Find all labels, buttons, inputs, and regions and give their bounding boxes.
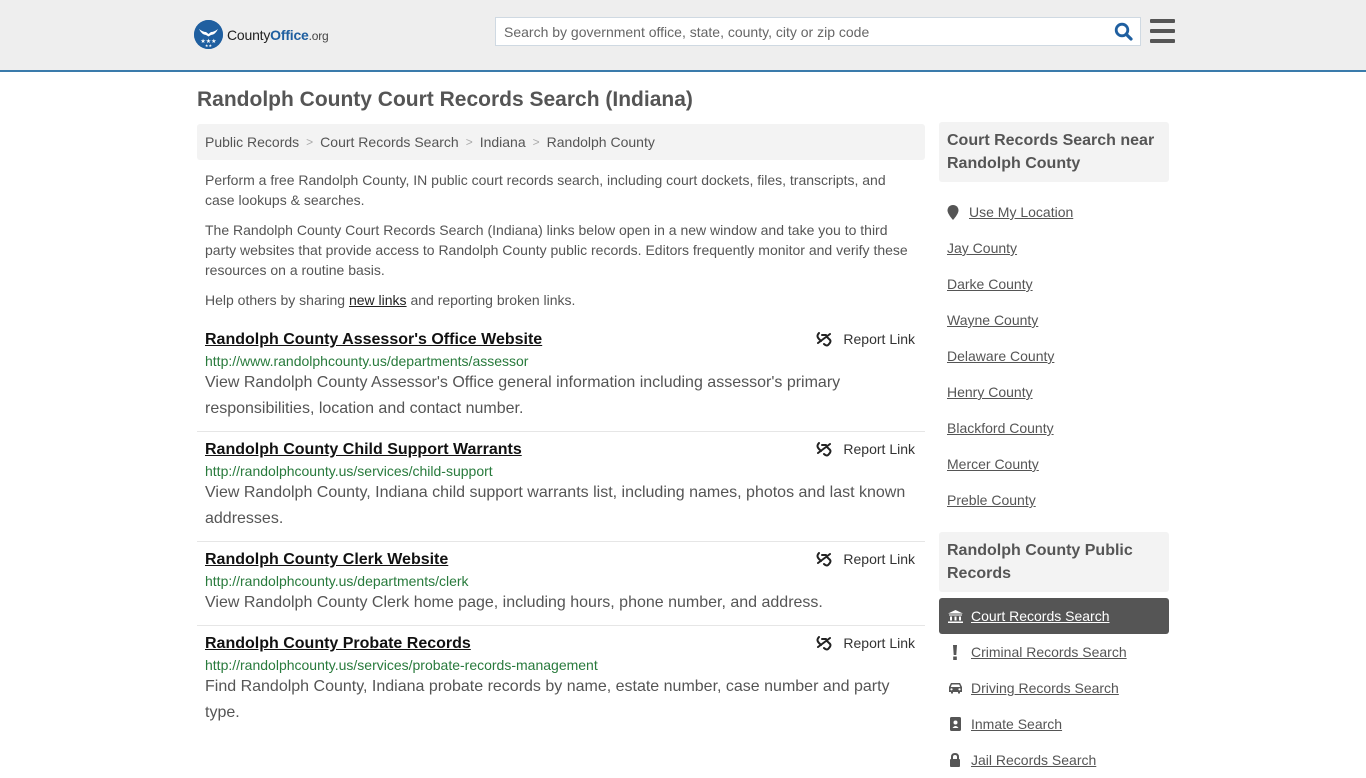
nearby-county-item: Preble County xyxy=(939,482,1169,518)
public-records-list: Court Records Search Criminal Records Se… xyxy=(939,598,1169,778)
result-item: Randolph County Child Support Warrants h… xyxy=(197,432,925,542)
search-button[interactable] xyxy=(1106,18,1140,45)
nearby-heading: Court Records Search near Randolph Count… xyxy=(939,122,1169,182)
results-list: Randolph County Assessor's Office Websit… xyxy=(197,322,925,735)
nearby-county-link[interactable]: Wayne County xyxy=(947,312,1038,328)
public-records-item-criminal[interactable]: Criminal Records Search xyxy=(939,634,1169,670)
result-title-link[interactable]: Randolph County Assessor's Office Websit… xyxy=(205,328,542,352)
search-box xyxy=(495,17,1141,46)
main-content: Public Records > Court Records Search > … xyxy=(197,124,925,735)
site-logo[interactable]: ★★★ ★★ CountyOffice.org xyxy=(194,20,329,49)
eagle-stars-logo-icon: ★★★ ★★ xyxy=(194,20,223,49)
result-item: Randolph County Clerk Website http://ran… xyxy=(197,542,925,626)
public-records-item-driving[interactable]: Driving Records Search xyxy=(939,670,1169,706)
use-my-location-item: Use My Location xyxy=(939,194,1169,230)
nearby-county-link[interactable]: Darke County xyxy=(947,276,1033,292)
result-url: http://randolphcounty.us/services/child-… xyxy=(205,463,493,479)
breadcrumb-indiana[interactable]: Indiana xyxy=(480,134,526,150)
breadcrumb-separator: > xyxy=(532,135,540,149)
search-icon xyxy=(1114,22,1133,41)
nearby-county-item: Wayne County xyxy=(939,302,1169,338)
broken-link-icon xyxy=(816,636,832,651)
menu-bar-icon xyxy=(1150,29,1175,33)
site-header: ★★★ ★★ CountyOffice.org xyxy=(0,0,1366,72)
nearby-list: Use My Location Jay County Darke County … xyxy=(939,182,1169,518)
broken-link-icon xyxy=(816,332,832,347)
svg-text:★★: ★★ xyxy=(205,43,213,48)
public-records-item-inmate[interactable]: Inmate Search xyxy=(939,706,1169,742)
broken-link-icon xyxy=(816,552,832,567)
menu-bar-icon xyxy=(1150,39,1175,43)
new-links-link[interactable]: new links xyxy=(349,292,407,308)
report-link-button[interactable]: Report Link xyxy=(816,635,915,651)
id-badge-icon xyxy=(947,717,963,731)
result-item: Randolph County Probate Records http://r… xyxy=(197,626,925,735)
nearby-county-link[interactable]: Henry County xyxy=(947,384,1033,400)
result-item: Randolph County Assessor's Office Websit… xyxy=(197,322,925,432)
nearby-county-item: Delaware County xyxy=(939,338,1169,374)
result-url: http://www.randolphcounty.us/departments… xyxy=(205,353,529,369)
breadcrumb-randolph-county[interactable]: Randolph County xyxy=(547,134,655,150)
nearby-county-item: Blackford County xyxy=(939,410,1169,446)
intro-paragraph-2: The Randolph County Court Records Search… xyxy=(205,222,908,278)
nearby-county-item: Henry County xyxy=(939,374,1169,410)
breadcrumb-public-records[interactable]: Public Records xyxy=(205,134,299,150)
courthouse-icon xyxy=(947,609,963,623)
map-marker-icon xyxy=(947,204,959,220)
nearby-county-link[interactable]: Blackford County xyxy=(947,420,1054,436)
nearby-county-item: Darke County xyxy=(939,266,1169,302)
nearby-county-link[interactable]: Mercer County xyxy=(947,456,1039,472)
nearby-county-item: Jay County xyxy=(939,230,1169,266)
result-title-link[interactable]: Randolph County Clerk Website xyxy=(205,548,448,572)
public-records-item-jail[interactable]: Jail Records Search xyxy=(939,742,1169,778)
report-link-button[interactable]: Report Link xyxy=(816,551,915,567)
lock-icon xyxy=(947,753,963,767)
report-link-button[interactable]: Report Link xyxy=(816,331,915,347)
result-description: View Randolph County Clerk home page, in… xyxy=(205,594,823,611)
result-url: http://randolphcounty.us/services/probat… xyxy=(205,657,598,673)
exclamation-icon xyxy=(947,644,963,660)
intro-paragraph-1: Perform a free Randolph County, IN publi… xyxy=(205,172,886,208)
breadcrumb-separator: > xyxy=(306,135,314,149)
page-title: Randolph County Court Records Search (In… xyxy=(197,88,693,111)
menu-bar-icon xyxy=(1150,19,1175,23)
nearby-county-item: Mercer County xyxy=(939,446,1169,482)
report-link-button[interactable]: Report Link xyxy=(816,441,915,457)
result-title-link[interactable]: Randolph County Child Support Warrants xyxy=(205,438,522,462)
search-input[interactable] xyxy=(496,18,1106,45)
public-records-item-court[interactable]: Court Records Search xyxy=(939,598,1169,634)
broken-link-icon xyxy=(816,442,832,457)
result-url: http://randolphcounty.us/departments/cle… xyxy=(205,573,469,589)
result-description: View Randolph County, Indiana child supp… xyxy=(205,484,906,527)
result-description: Find Randolph County, Indiana probate re… xyxy=(205,678,890,721)
car-icon xyxy=(947,682,963,694)
intro-text: Perform a free Randolph County, IN publi… xyxy=(197,170,925,310)
logo-text: CountyOffice.org xyxy=(227,26,329,43)
result-title-link[interactable]: Randolph County Probate Records xyxy=(205,632,471,656)
use-my-location-link[interactable]: Use My Location xyxy=(969,204,1073,220)
nearby-county-link[interactable]: Jay County xyxy=(947,240,1017,256)
nearby-county-link[interactable]: Delaware County xyxy=(947,348,1054,364)
result-description: View Randolph County Assessor's Office g… xyxy=(205,374,841,417)
breadcrumb: Public Records > Court Records Search > … xyxy=(197,124,925,160)
nearby-county-link[interactable]: Preble County xyxy=(947,492,1036,508)
breadcrumb-separator: > xyxy=(465,135,473,149)
public-records-heading: Randolph County Public Records xyxy=(939,532,1169,592)
sidebar: Court Records Search near Randolph Count… xyxy=(939,122,1169,778)
breadcrumb-court-records-search[interactable]: Court Records Search xyxy=(320,134,459,150)
hamburger-menu-button[interactable] xyxy=(1150,19,1175,43)
intro-paragraph-3: Help others by sharing new links and rep… xyxy=(205,292,576,308)
